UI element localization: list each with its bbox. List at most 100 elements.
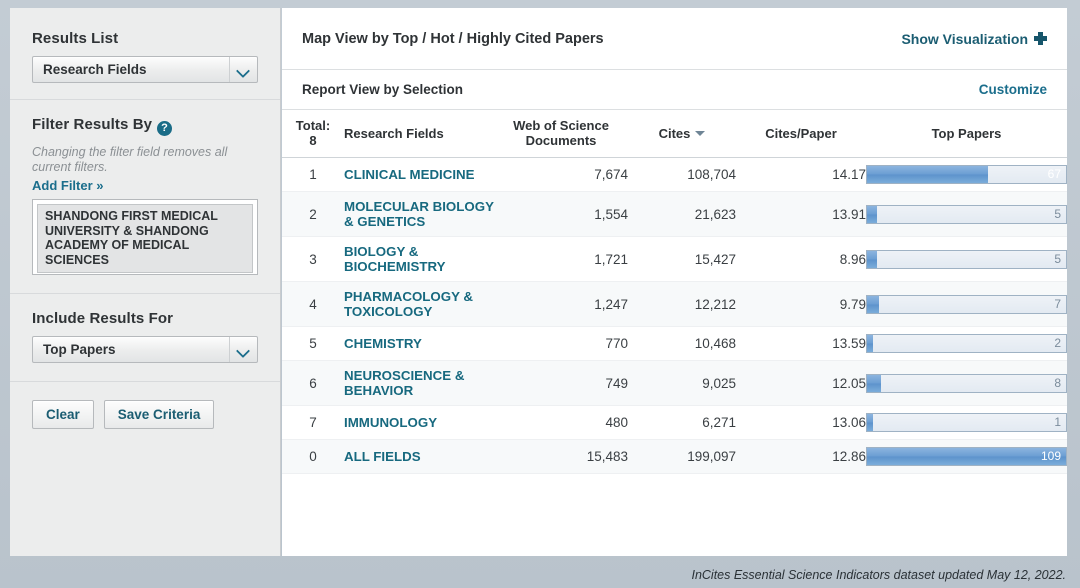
include-results-section: Include Results For Top Papers xyxy=(10,294,280,382)
research-field-link[interactable]: CHEMISTRY xyxy=(344,336,422,351)
table-row[interactable]: 7 IMMUNOLOGY 480 6,271 13.06 1 xyxy=(282,405,1067,440)
row-top-papers: 7 xyxy=(866,281,1067,327)
clear-button[interactable]: Clear xyxy=(32,400,94,429)
filter-list-box[interactable]: SHANDONG FIRST MEDICAL UNIVERSITY & SHAN… xyxy=(32,199,258,275)
top-papers-bar: 8 xyxy=(866,373,1067,393)
column-header-top-papers[interactable]: Top Papers xyxy=(866,110,1067,158)
top-papers-bar: 109 xyxy=(866,447,1067,466)
results-list-heading: Results List xyxy=(32,30,119,47)
map-view-bar: Map View by Top / Hot / Highly Cited Pap… xyxy=(282,8,1067,70)
table-row[interactable]: 6 NEUROSCIENCE & BEHAVIOR 749 9,025 12.05 8 xyxy=(282,360,1067,406)
row-rank: 1 xyxy=(282,157,344,192)
total-label: Total: xyxy=(295,118,331,133)
main-panel: Map View by Top / Hot / Highly Cited Pap… xyxy=(282,8,1067,556)
research-field-link[interactable]: IMMUNOLOGY xyxy=(344,415,437,430)
plus-icon xyxy=(1034,32,1047,45)
research-field-link[interactable]: ALL FIELDS xyxy=(344,449,421,464)
chevron-down-icon[interactable] xyxy=(229,57,257,82)
research-field-link[interactable]: CLINICAL MEDICINE xyxy=(344,167,475,182)
row-cites-per-paper: 12.86 xyxy=(736,439,866,474)
row-wos-documents: 15,483 xyxy=(494,439,628,474)
row-cites: 10,468 xyxy=(628,326,736,361)
row-cites: 199,097 xyxy=(628,439,736,474)
table-row[interactable]: 0 ALL FIELDS 15,483 199,097 12.86 109 xyxy=(282,439,1067,474)
top-papers-value: 67 xyxy=(1047,167,1061,181)
wos-line-2: Documents xyxy=(525,133,597,148)
top-papers-value: 5 xyxy=(1054,206,1061,221)
column-header-cites[interactable]: Cites xyxy=(628,110,736,158)
top-papers-value: 109 xyxy=(1040,449,1061,463)
row-cites-per-paper: 12.05 xyxy=(736,360,866,406)
row-research-field[interactable]: CHEMISTRY xyxy=(344,326,494,361)
row-wos-documents: 749 xyxy=(494,360,628,406)
cites-label: Cites xyxy=(658,125,691,141)
results-list-section: Results List Research Fields xyxy=(10,8,280,100)
help-icon[interactable]: ? xyxy=(157,121,173,136)
row-top-papers: 1 xyxy=(866,405,1067,440)
row-top-papers: 5 xyxy=(866,236,1067,282)
row-cites-per-paper: 13.06 xyxy=(736,405,866,440)
include-results-value: Top Papers xyxy=(43,342,116,357)
customize-link[interactable]: Customize xyxy=(979,82,1047,97)
filter-note: Changing the filter field removes all cu… xyxy=(32,145,228,174)
row-research-field[interactable]: MOLECULAR BIOLOGY & GENETICS xyxy=(344,191,494,237)
row-wos-documents: 1,247 xyxy=(494,281,628,327)
sidebar-actions: Clear Save Criteria xyxy=(10,382,280,447)
top-papers-bar: 2 xyxy=(866,334,1067,353)
column-header-cites-per-paper[interactable]: Cites/Paper xyxy=(736,110,866,158)
table-row[interactable]: 3 BIOLOGY & BIOCHEMISTRY 1,721 15,427 8.96 5 xyxy=(282,236,1067,282)
row-research-field[interactable]: IMMUNOLOGY xyxy=(344,405,494,440)
row-wos-documents: 770 xyxy=(494,326,628,361)
row-research-field[interactable]: BIOLOGY & BIOCHEMISTRY xyxy=(344,236,494,282)
top-papers-value: 7 xyxy=(1054,296,1061,311)
row-cites-per-paper: 13.59 xyxy=(736,326,866,361)
results-list-value: Research Fields xyxy=(43,62,147,77)
row-top-papers: 5 xyxy=(866,191,1067,237)
include-results-heading: Include Results For xyxy=(32,310,174,327)
row-wos-documents: 1,554 xyxy=(494,191,628,237)
top-papers-bar-fill xyxy=(867,448,1066,465)
total-count: 8 xyxy=(309,133,317,148)
results-list-dropdown[interactable]: Research Fields xyxy=(32,56,258,83)
research-field-link[interactable]: BIOLOGY & BIOCHEMISTRY xyxy=(344,244,494,274)
top-papers-bar: 5 xyxy=(866,249,1067,269)
research-field-link[interactable]: PHARMACOLOGY & TOXICOLOGY xyxy=(344,289,494,319)
top-papers-value: 2 xyxy=(1054,336,1061,350)
row-wos-documents: 1,721 xyxy=(494,236,628,282)
row-top-papers: 67 xyxy=(866,157,1067,192)
row-cites: 21,623 xyxy=(628,191,736,237)
add-filter-link[interactable]: Add Filter » xyxy=(32,178,258,193)
chevron-down-icon[interactable] xyxy=(229,337,257,362)
wos-line-1: Web of Science xyxy=(513,118,609,133)
research-field-link[interactable]: MOLECULAR BIOLOGY & GENETICS xyxy=(344,199,494,229)
sort-descending-icon[interactable] xyxy=(695,130,706,136)
row-research-field[interactable]: PHARMACOLOGY & TOXICOLOGY xyxy=(344,281,494,327)
row-cites: 15,427 xyxy=(628,236,736,282)
row-research-field[interactable]: ALL FIELDS xyxy=(344,439,494,474)
row-top-papers: 109 xyxy=(866,439,1067,474)
table-row[interactable]: 5 CHEMISTRY 770 10,468 13.59 2 xyxy=(282,326,1067,361)
table-row[interactable]: 2 MOLECULAR BIOLOGY & GENETICS 1,554 21,623… xyxy=(282,191,1067,237)
row-wos-documents: 480 xyxy=(494,405,628,440)
filter-results-label: Filter Results By xyxy=(32,116,153,133)
top-papers-value: 5 xyxy=(1054,251,1061,266)
map-view-title: Map View by Top / Hot / Highly Cited Pap… xyxy=(302,30,604,47)
filter-list-item[interactable]: SHANDONG FIRST MEDICAL UNIVERSITY & SHAN… xyxy=(37,204,253,273)
report-view-title: Report View by Selection xyxy=(302,82,464,97)
table-row[interactable]: 4 PHARMACOLOGY & TOXICOLOGY 1,247 12,212 9.7… xyxy=(282,281,1067,327)
filter-results-heading: Filter Results By? xyxy=(32,116,258,136)
results-table: Total: 8 Research Fields Web of Science … xyxy=(282,110,1067,474)
table-row[interactable]: 1 CLINICAL MEDICINE 7,674 108,704 14.17 67 xyxy=(282,157,1067,192)
row-cites: 6,271 xyxy=(628,405,736,440)
show-visualization-button[interactable]: Show Visualization xyxy=(901,31,1047,47)
include-results-dropdown[interactable]: Top Papers xyxy=(32,336,258,363)
row-rank: 0 xyxy=(282,439,344,474)
research-field-link[interactable]: NEUROSCIENCE & BEHAVIOR xyxy=(344,368,494,398)
column-header-research-fields[interactable]: Research Fields xyxy=(344,110,494,158)
column-header-wos-documents[interactable]: Web of Science Documents xyxy=(494,110,628,158)
row-research-field[interactable]: NEUROSCIENCE & BEHAVIOR xyxy=(344,360,494,406)
save-criteria-button[interactable]: Save Criteria xyxy=(103,400,215,429)
show-visualization-label: Show Visualization xyxy=(901,30,1028,47)
row-research-field[interactable]: CLINICAL MEDICINE xyxy=(344,157,494,192)
row-rank: 6 xyxy=(282,360,344,406)
